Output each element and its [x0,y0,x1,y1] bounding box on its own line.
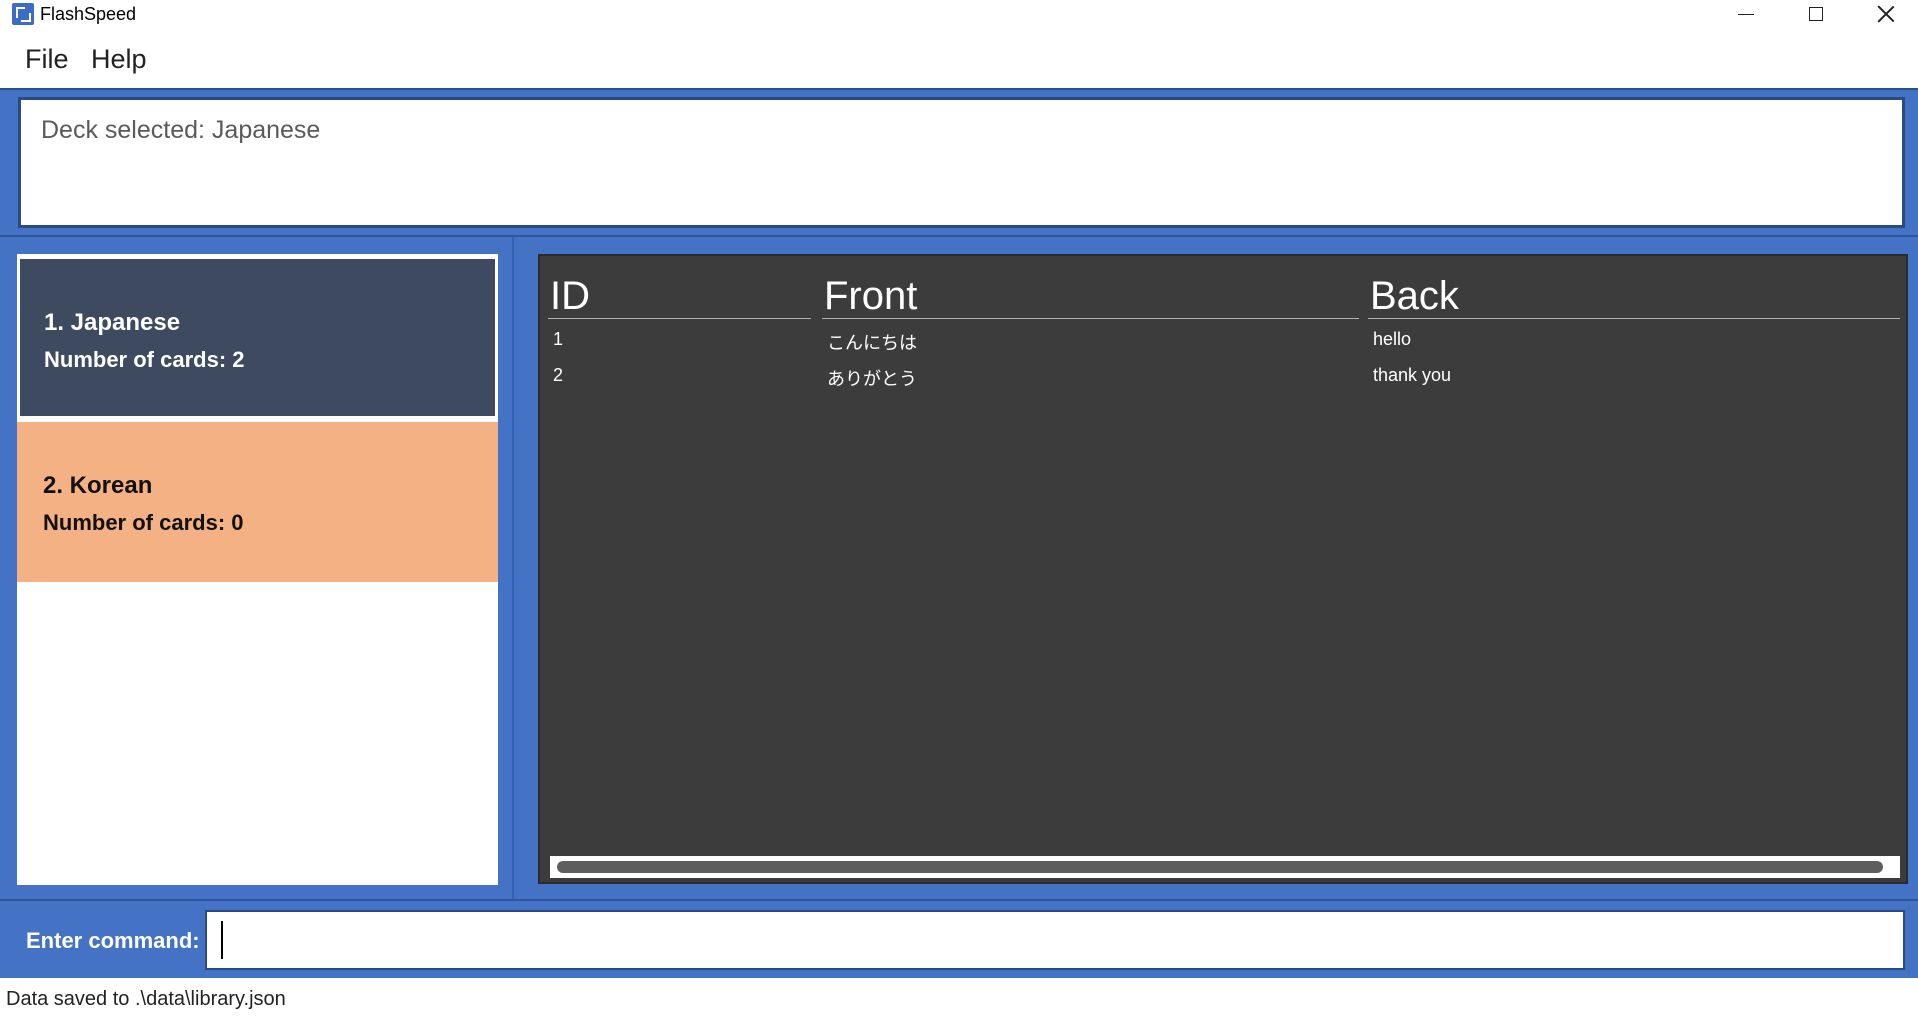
cell-id: 2 [553,365,564,385]
cell-back: hello [1373,329,1412,349]
cell-front: こんにちは [827,333,917,353]
command-label: Enter command: [26,928,200,953]
close-icon [1877,5,1895,23]
column-header-back[interactable]: Back [1370,274,1459,319]
cell-id: 1 [553,329,564,349]
deck-list: 1. Japanese Number of cards: 2 2. Korean… [17,254,498,885]
card-table: ID Front Back 1 こんにちは hello 2 ありがとう than… [538,254,1908,884]
app-icon [12,3,34,25]
menu-bar: File Help [0,28,1918,88]
minimize-icon [1738,13,1754,15]
menu-file[interactable]: File [25,44,69,75]
divider [0,899,1918,901]
menu-help[interactable]: Help [91,44,147,75]
column-divider [548,318,811,319]
window-title: FlashSpeed [40,4,137,24]
command-input[interactable] [205,910,1905,970]
close-button[interactable] [1858,0,1914,28]
column-header-front[interactable]: Front [824,274,917,319]
column-divider [822,318,1359,319]
result-display: Deck selected: Japanese [18,97,1905,228]
cell-back: thank you [1373,365,1452,385]
app-window: FlashSpeed File Help Deck selected: Japa… [0,0,1918,1018]
divider [0,235,1918,237]
horizontal-scrollbar[interactable] [550,856,1900,878]
text-cursor [221,921,223,959]
scrollbar-thumb[interactable] [557,861,1883,873]
maximize-button[interactable] [1788,0,1844,28]
deck-name: 2. Korean [43,472,153,499]
deck-card-count: Number of cards: 0 [43,510,244,535]
status-bar: Data saved to .\data\library.json [0,978,1918,1018]
column-divider [1368,318,1900,319]
title-bar: FlashSpeed [0,0,1918,28]
panel-divider[interactable] [512,237,514,900]
deck-card-count: Number of cards: 2 [44,347,245,372]
minimize-button[interactable] [1718,0,1774,28]
result-text: Deck selected: Japanese [41,116,321,144]
table-row[interactable]: 1 こんにちは hello [550,322,1900,358]
deck-name: 1. Japanese [44,309,181,336]
maximize-icon [1809,7,1823,21]
status-text: Data saved to .\data\library.json [6,988,286,1010]
column-header-id[interactable]: ID [550,274,590,319]
table-row[interactable]: 2 ありがとう thank you [550,358,1900,394]
deck-item-korean[interactable]: 2. Korean Number of cards: 0 [17,422,498,582]
cell-front: ありがとう [827,369,917,389]
deck-item-japanese[interactable]: 1. Japanese Number of cards: 2 [17,256,498,419]
